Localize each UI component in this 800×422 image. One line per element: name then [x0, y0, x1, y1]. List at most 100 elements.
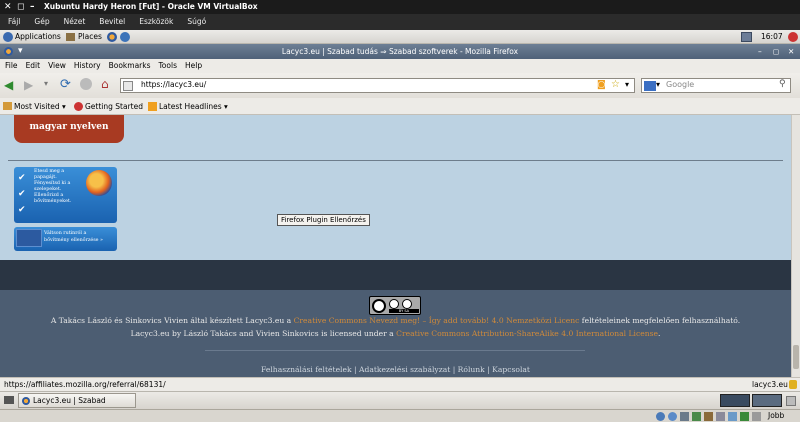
- firefox-statusbar: https://affiliates.mozilla.org/referral/…: [0, 377, 800, 391]
- search-bar[interactable]: ▾ Google ⚲: [641, 78, 791, 93]
- bookmark-getting-started[interactable]: Getting Started: [85, 98, 143, 115]
- audio-icon[interactable]: [680, 412, 689, 421]
- workspace-1[interactable]: [720, 394, 750, 407]
- stop-icon[interactable]: [80, 78, 92, 90]
- folder-icon: [3, 102, 12, 110]
- cc-license-badge[interactable]: BY SA: [369, 296, 421, 315]
- url-bar[interactable]: https://lacyc3.eu/ ◙ ☆ ▾: [120, 78, 635, 93]
- lock-icon[interactable]: [789, 380, 797, 389]
- vbox-menu-help[interactable]: Súgó: [187, 17, 206, 26]
- power-icon[interactable]: [788, 32, 798, 42]
- network-icon[interactable]: [741, 32, 752, 42]
- license-en-link[interactable]: Creative Commons Attribution-ShareAlike …: [396, 329, 658, 338]
- maximize-icon[interactable]: ◻: [17, 0, 24, 14]
- tooltip: Firefox Plugin Ellenőrzés: [277, 214, 370, 226]
- check-icon: ✔: [18, 189, 26, 199]
- footer-link-privacy[interactable]: Adatkezelési szabályzat: [359, 365, 450, 374]
- search-icon[interactable]: ⚲: [779, 79, 786, 89]
- trash-icon[interactable]: [786, 396, 796, 406]
- addon-footer: Váltson rutinról a: [44, 231, 87, 236]
- menu-history[interactable]: History: [74, 61, 101, 70]
- hdd-icon[interactable]: [656, 412, 665, 421]
- vbox-menu-input[interactable]: Bevitel: [99, 17, 125, 26]
- menu-file[interactable]: File: [5, 61, 18, 70]
- usb-icon[interactable]: [704, 412, 713, 421]
- vbox-menu-view[interactable]: Nézet: [64, 17, 86, 26]
- places-menu[interactable]: Places: [78, 30, 102, 44]
- search-input[interactable]: Google: [666, 80, 694, 89]
- bookmark-latest-headlines[interactable]: Latest Headlines ▾: [159, 98, 228, 115]
- show-desktop-icon[interactable]: [4, 396, 14, 404]
- vbox-statusbar: Jobb Ctrl: [0, 409, 800, 422]
- google-engine-icon[interactable]: [644, 81, 656, 91]
- license-hu-suffix: feltételeinek megfelelően felhasználható…: [581, 316, 741, 325]
- divider: [8, 160, 783, 161]
- back-icon[interactable]: ◀: [4, 78, 13, 92]
- footer-link-contact[interactable]: Kapcsolat: [492, 365, 530, 374]
- menu-edit[interactable]: Edit: [26, 61, 41, 70]
- lego-icon: [16, 229, 42, 247]
- plugin-check-badge[interactable]: ✔ ✔ ✔ Etesd meg a papagájt. Fényesítsd k…: [14, 167, 117, 223]
- scrollbar-thumb[interactable]: [793, 345, 799, 369]
- url-text[interactable]: https://lacyc3.eu/: [141, 80, 206, 89]
- xubuntu-logo-icon: [3, 32, 13, 42]
- bookmark-most-visited[interactable]: Most Visited ▾: [14, 98, 66, 115]
- vertical-scrollbar[interactable]: [791, 115, 800, 377]
- url-dropdown-icon[interactable]: ▾: [625, 80, 629, 89]
- language-banner[interactable]: magyar nyelven: [14, 115, 124, 143]
- check-icon: ✔: [18, 205, 26, 215]
- vbox-title-text: Xubuntu Hardy Heron [Fut] - Oracle VM Vi…: [44, 2, 258, 11]
- optical-icon[interactable]: [668, 412, 677, 421]
- license-hu-link[interactable]: Creative Commons Nevezd meg! – Így add t…: [294, 316, 580, 325]
- plugin-check-button[interactable]: Váltson rutinról a bővítmény ellenőrzése…: [14, 227, 117, 251]
- taskbar-firefox-window[interactable]: Lacyc3.eu | Szabad tudás...: [18, 393, 136, 418]
- firefox-menubar: File Edit View History Bookmarks Tools Help: [0, 59, 800, 73]
- forward-icon[interactable]: ▶: [24, 78, 33, 92]
- vbox-menu-file[interactable]: Fájl: [8, 17, 20, 26]
- xfce-top-panel: Applications Places 16:07: [0, 30, 800, 44]
- bookmark-star-icon[interactable]: ☆: [611, 79, 620, 90]
- home-icon[interactable]: ⌂: [101, 77, 109, 91]
- vbox-menu-machine[interactable]: Gép: [34, 17, 49, 26]
- history-dropdown-icon[interactable]: ▾: [44, 79, 48, 88]
- close-window-icon[interactable]: ✕: [788, 44, 794, 59]
- menu-tools[interactable]: Tools: [159, 61, 177, 70]
- folder-icon: [66, 33, 75, 41]
- footer-link-terms[interactable]: Felhasználási feltételek: [261, 365, 352, 374]
- site-identity-icon[interactable]: [123, 81, 133, 91]
- firefox-launcher-icon[interactable]: [107, 32, 117, 42]
- menu-help[interactable]: Help: [185, 61, 202, 70]
- capture-icon[interactable]: [740, 412, 749, 421]
- help-icon[interactable]: [120, 32, 130, 42]
- applications-menu[interactable]: Applications: [15, 30, 61, 44]
- workspace-2[interactable]: [752, 394, 782, 407]
- firefox-title-text: Lacyc3.eu | Szabad tudás ⇒ Szabad szoftv…: [281, 47, 519, 56]
- engine-dropdown-icon[interactable]: ▾: [656, 80, 660, 89]
- footer-link-about[interactable]: Rólunk: [458, 365, 485, 374]
- vbox-titlebar: ✕ ◻ – Xubuntu Hardy Heron [Fut] - Oracle…: [0, 0, 800, 14]
- status-domain: lacyc3.eu: [752, 380, 788, 389]
- display-icon[interactable]: [728, 412, 737, 421]
- minimize-window-icon[interactable]: –: [758, 44, 762, 59]
- mouse-integration-icon[interactable]: [752, 412, 761, 421]
- footer-links: Felhasználási feltételek | Adatkezelési …: [261, 365, 530, 374]
- vbox-menu-tools[interactable]: Eszközök: [139, 17, 173, 26]
- addon-line: bővítményeket.: [34, 199, 72, 204]
- footer-divider: [205, 350, 585, 351]
- license-en-suffix: .: [658, 329, 661, 338]
- clock[interactable]: 16:07: [761, 30, 783, 44]
- network-adapter-icon[interactable]: [692, 412, 701, 421]
- addon-footer-link[interactable]: bővítmény ellenőrzése »: [44, 237, 103, 244]
- bookmarks-toolbar: Most Visited ▾ Getting Started Latest He…: [0, 98, 800, 115]
- shared-folders-icon[interactable]: [716, 412, 725, 421]
- rss-icon[interactable]: ◙: [597, 80, 606, 90]
- reload-icon[interactable]: ⟳: [60, 77, 71, 92]
- menu-bookmarks[interactable]: Bookmarks: [109, 61, 151, 70]
- close-icon[interactable]: ✕: [4, 0, 12, 14]
- menu-view[interactable]: View: [48, 61, 66, 70]
- check-icon: ✔: [18, 173, 26, 183]
- cc-icon: [372, 299, 386, 313]
- maximize-window-icon[interactable]: ◻: [773, 44, 779, 59]
- minimize-icon[interactable]: –: [30, 0, 35, 14]
- license-hu: A Takács László és Sinkovics Vivien álta…: [0, 316, 791, 325]
